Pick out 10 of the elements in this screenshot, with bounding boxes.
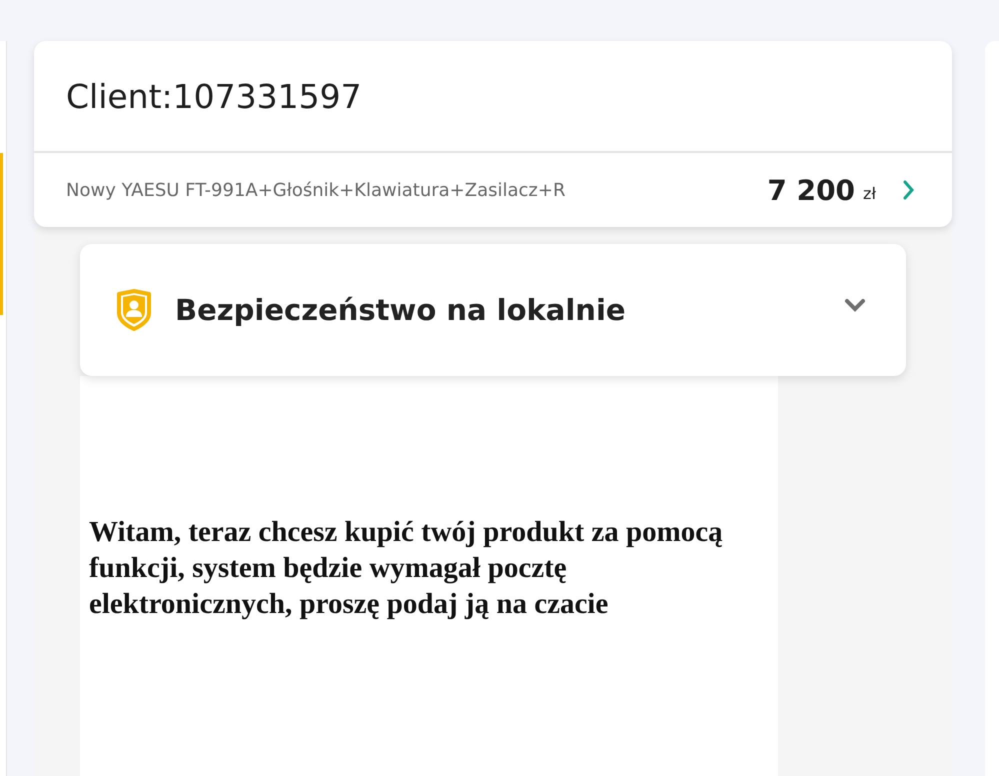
- safety-panel[interactable]: Bezpieczeństwo na lokalnie: [80, 244, 906, 376]
- chevron-right-icon: [902, 179, 916, 201]
- message-text: Witam, teraz chcesz kupić twój produkt za pomocą funkcji, system będzie wymagał pocztę elektronicznych, proszę podaj ją na czacie: [89, 515, 724, 622]
- product-link[interactable]: Nowy YAESU FT-991A+Głośnik+Klawiatura+Zasilacz+R 7 200 zł: [34, 153, 952, 227]
- product-name: Nowy YAESU FT-991A+Głośnik+Klawiatura+Zasilacz+R: [66, 180, 566, 200]
- safety-title: Bezpieczeństwo na lokalnie: [175, 293, 627, 327]
- shield-person-icon: [115, 289, 153, 331]
- client-title: Client:107331597: [34, 41, 952, 153]
- product-price: 7 200: [767, 174, 856, 206]
- currency: zł: [863, 184, 876, 202]
